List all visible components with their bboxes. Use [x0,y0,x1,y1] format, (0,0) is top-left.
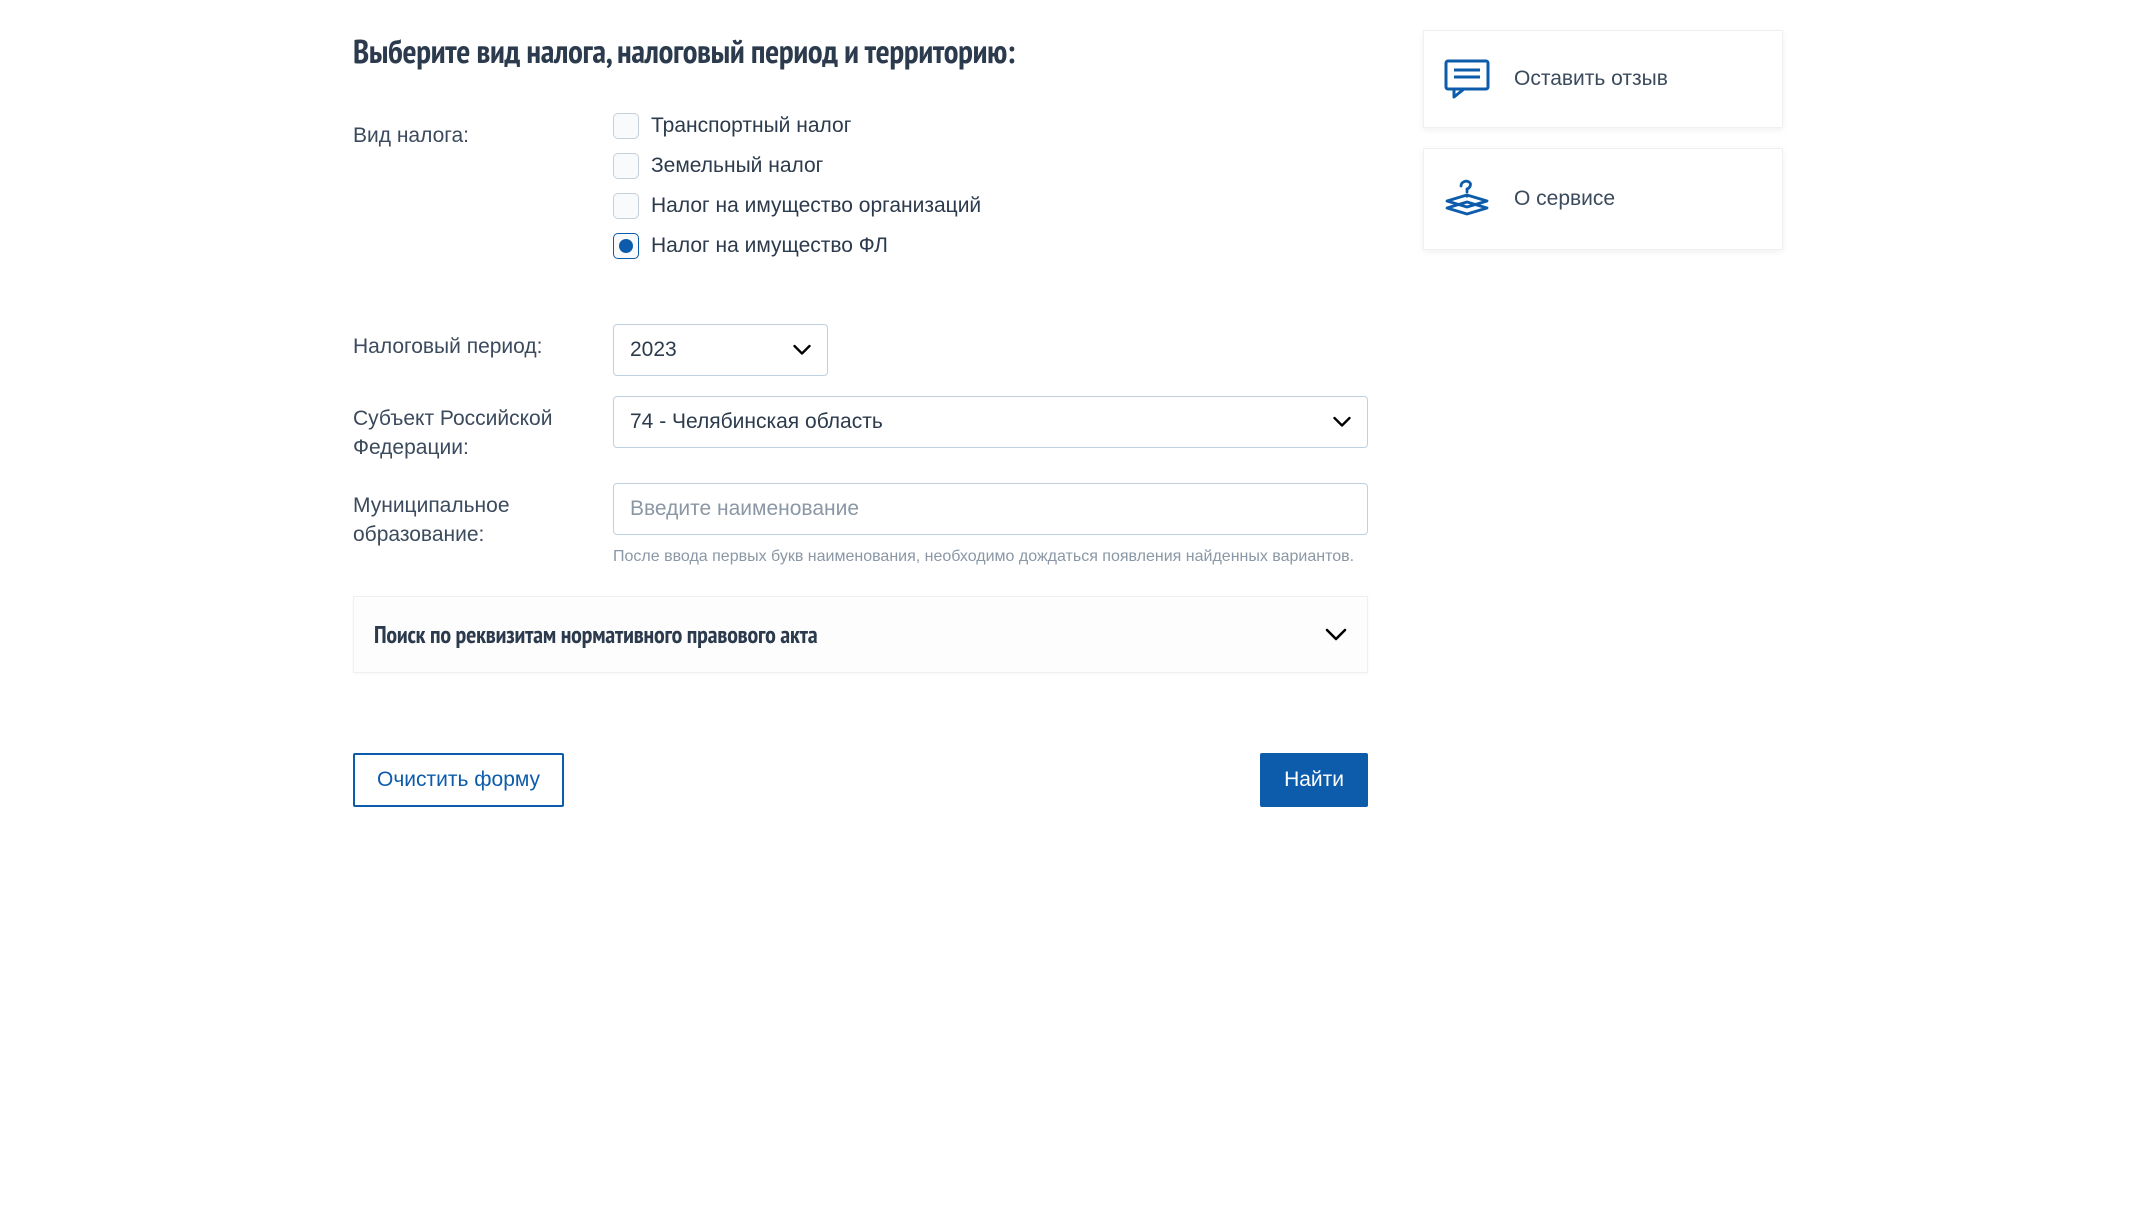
row-municipality: Муниципальное образование: После ввода п… [353,483,1368,568]
label-municipality: Муниципальное образование: [353,483,613,550]
radio-land-tax[interactable]: Земельный налог [613,153,1368,179]
radio-icon [613,233,639,259]
feedback-card[interactable]: Оставить отзыв [1423,30,1783,128]
clear-button[interactable]: Очистить форму [353,753,564,807]
about-icon [1442,177,1492,221]
radio-individual-property-tax[interactable]: Налог на имущество ФЛ [613,233,1368,259]
municipality-input[interactable] [613,483,1368,535]
radio-icon [613,153,639,179]
form-actions: Очистить форму Найти [353,753,1368,807]
label-tax-type: Вид налога: [353,113,613,150]
row-period: Налоговый период: 2023 [353,324,1368,376]
radio-label: Налог на имущество ФЛ [651,234,888,258]
radio-label: Налог на имущество организаций [651,194,981,218]
radio-icon [613,113,639,139]
chevron-down-icon [793,345,811,356]
period-select[interactable]: 2023 [613,324,828,376]
row-tax-type: Вид налога: Транспортный налог Земельный… [353,113,1368,259]
label-period: Налоговый период: [353,324,613,361]
feedback-label: Оставить отзыв [1514,67,1668,91]
chevron-down-icon [1333,417,1351,428]
page-title: Выберите вид налога, налоговый период и … [353,30,1368,73]
about-card[interactable]: О сервисе [1423,148,1783,250]
accordion-title: Поиск по реквизитам нормативного правово… [374,619,817,650]
period-value: 2023 [630,338,677,362]
search-by-act-accordion[interactable]: Поиск по реквизитам нормативного правово… [353,596,1368,673]
radio-icon [613,193,639,219]
radio-org-property-tax[interactable]: Налог на имущество организаций [613,193,1368,219]
chevron-down-icon [1325,628,1347,641]
region-select[interactable]: 74 - Челябинская область [613,396,1368,448]
feedback-icon [1442,59,1492,99]
municipality-hint: После ввода первых букв наименования, не… [613,545,1368,568]
submit-button[interactable]: Найти [1260,753,1368,807]
radio-label: Земельный налог [651,154,823,178]
label-region: Субъект Российской Федерации: [353,396,613,463]
tax-type-radio-group: Транспортный налог Земельный налог Налог… [613,113,1368,259]
about-label: О сервисе [1514,187,1615,211]
row-region: Субъект Российской Федерации: 74 - Челяб… [353,396,1368,463]
region-value: 74 - Челябинская область [630,410,883,434]
radio-label: Транспортный налог [651,114,851,138]
radio-transport-tax[interactable]: Транспортный налог [613,113,1368,139]
